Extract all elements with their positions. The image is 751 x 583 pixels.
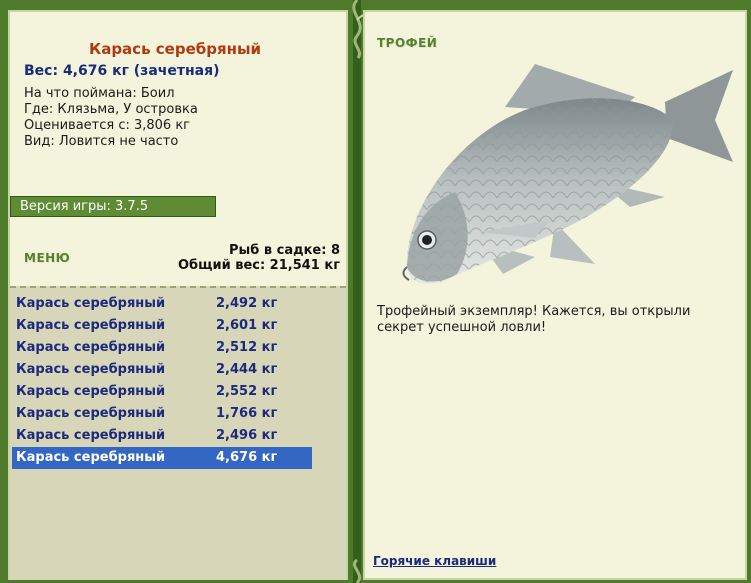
catch-name: Карась серебряный: [16, 450, 166, 465]
bait-info: На что поймана: Боил: [24, 86, 175, 101]
catch-name: Карась серебряный: [16, 384, 166, 399]
catch-weight: 4,676 кг: [216, 450, 278, 465]
version-bar: Версия игры: 3.7.5: [10, 196, 216, 217]
catch-weight: 1,766 кг: [216, 406, 278, 421]
catch-list: Карась серебряный 2,492 кг Карась серебр…: [10, 286, 346, 580]
list-item[interactable]: Карась серебряный 2,552 кг: [12, 381, 312, 403]
catch-weight: 2,444 кг: [216, 362, 278, 377]
catch-weight: 2,552 кг: [216, 384, 278, 399]
trophy-panel: ТРОФЕЙ Трофейный экземпляр! Кажется, вы …: [363, 10, 747, 580]
list-item[interactable]: Карась серебряный 1,766 кг: [12, 403, 312, 425]
list-item-selected[interactable]: Карась серебряный 4,676 кг: [12, 447, 312, 469]
catch-weight: 2,601 кг: [216, 318, 278, 333]
fish-title: Карась серебряный: [88, 40, 262, 58]
trophy-message: Трофейный экземпляр! Кажется, вы открыли…: [377, 304, 691, 335]
version-label: Версия игры: 3.7.5: [20, 199, 149, 214]
location-info: Где: Клязьма, У островка: [24, 102, 198, 117]
fish-image: [402, 64, 733, 284]
total-weight: Общий вес: 21,541 кг: [177, 258, 340, 273]
catch-name: Карась серебряный: [16, 318, 166, 333]
catch-weight: 2,496 кг: [216, 428, 278, 443]
catch-name: Карась серебряный: [16, 340, 166, 355]
list-item[interactable]: Карась серебряный 2,444 кг: [12, 359, 312, 381]
hotkeys-link[interactable]: Горячие клавиши: [373, 554, 496, 568]
frequency-info: Вид: Ловится не часто: [24, 134, 179, 149]
list-item[interactable]: Карась серебряный 2,512 кг: [12, 337, 312, 359]
fish-info-panel: Карась серебряный Вес: 4,676 кг (зачетна…: [8, 10, 348, 580]
catch-weight: 2,492 кг: [216, 296, 278, 311]
catch-name: Карась серебряный: [16, 296, 166, 311]
list-item[interactable]: Карась серебряный 2,601 кг: [12, 315, 312, 337]
menu-button[interactable]: МЕНЮ: [24, 251, 70, 265]
list-item[interactable]: Карась серебряный 2,496 кг: [12, 425, 312, 447]
catch-weight: 2,512 кг: [216, 340, 278, 355]
catch-name: Карась серебряный: [16, 362, 166, 377]
fish-count: Рыб в садке: 8: [228, 243, 340, 258]
fish-weight: Вес: 4,676 кг (зачетная): [24, 63, 220, 79]
catch-name: Карась серебряный: [16, 406, 166, 421]
valuation-info: Оценивается с: 3,806 кг: [24, 118, 191, 133]
catch-name: Карась серебряный: [16, 428, 166, 443]
list-item[interactable]: Карась серебряный 2,492 кг: [12, 293, 312, 315]
